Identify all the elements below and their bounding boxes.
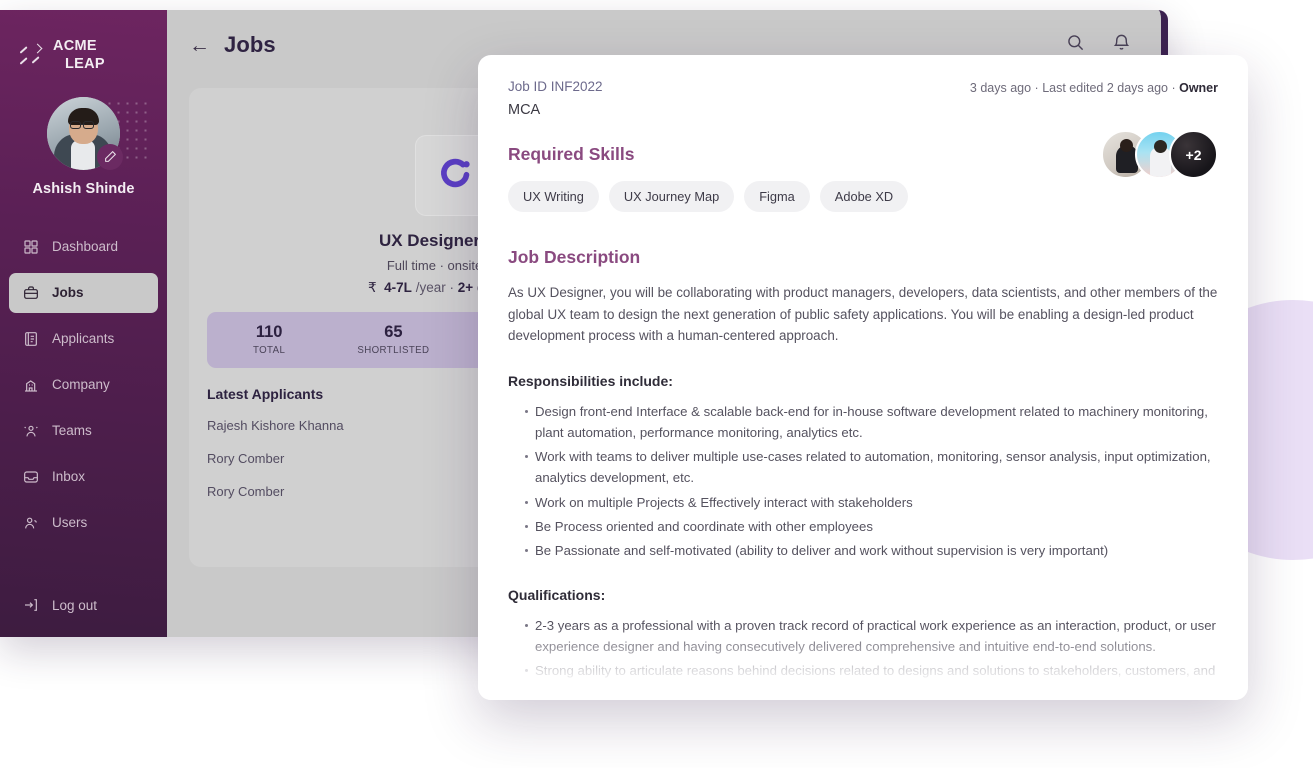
sidebar-item-label: Company (52, 377, 110, 393)
skills-list: UX Writing UX Journey Map Figma Adobe XD (508, 181, 909, 212)
qualifications-list: 2-3 years as a professional with a prove… (508, 615, 1218, 700)
brand-line-2: LEAP (65, 55, 105, 72)
sidebar-item-jobs[interactable]: Jobs (9, 272, 158, 313)
logout-label: Log out (52, 597, 98, 613)
skill-tag[interactable]: Figma (744, 181, 810, 212)
job-description-text: As UX Designer, you will be collaboratin… (508, 285, 1218, 344)
brand-line-1: ACME (53, 38, 97, 54)
assignee-avatar-group[interactable]: +2 (1101, 130, 1218, 179)
salary-separator: · (449, 280, 454, 295)
list-item: Be Process oriented and coordinate with … (525, 516, 1218, 537)
back-arrow-icon[interactable]: ← (189, 35, 210, 56)
stat-shortlisted: 65 SHORTLISTED (331, 323, 455, 356)
modal-header: Job ID INF2022 MCA 3 days ago · Last edi… (508, 79, 1218, 118)
sidebar-item-label: Users (52, 515, 88, 531)
page-title: Jobs (224, 32, 276, 57)
screenshot-root: ACME LEAP Ashish Shinde Dashboard Jobs A… (0, 0, 1313, 768)
notification-bell-icon[interactable] (1112, 33, 1131, 57)
logout-button[interactable]: Log out (9, 585, 158, 625)
list-item: Work on multiple Projects & Effectively … (525, 492, 1218, 513)
teams-icon (22, 422, 39, 439)
responsibilities-title: Responsibilities include: (508, 373, 673, 390)
sidebar-item-company[interactable]: Company (9, 365, 158, 405)
list-item: Design front-end Interface & scalable ba… (525, 401, 1218, 443)
search-icon[interactable] (1066, 33, 1085, 57)
modal-meta-role: Owner (1179, 81, 1218, 95)
acme-leap-logo-icon (18, 43, 44, 69)
building-icon (22, 376, 39, 393)
sidebar-item-label: Teams (52, 423, 92, 439)
stat-value: 110 (255, 323, 283, 341)
skill-tag[interactable]: Adobe XD (819, 181, 909, 212)
sidebar-item-label: Jobs (52, 285, 84, 301)
job-description-title: Job Description (508, 247, 641, 267)
list-item: Work with teams to deliver multiple use-… (525, 446, 1218, 488)
sidebar-item-teams[interactable]: Teams (9, 411, 158, 451)
sidebar-item-applicants[interactable]: Applicants (9, 319, 158, 359)
topbar-actions (1066, 33, 1131, 57)
list-item: Strong ability to articulate reasons beh… (525, 660, 1218, 700)
sidebar-item-dashboard[interactable]: Dashboard (9, 227, 158, 267)
sidebar-item-inbox[interactable]: Inbox (9, 457, 158, 497)
modal-meta-timestamps: 3 days ago · Last edited 2 days ago · (969, 81, 1180, 95)
profile-name: Ashish Shinde (32, 180, 135, 197)
avatar-wrapper (47, 96, 123, 170)
experience-value: 2+ (457, 280, 474, 295)
logout-arrow-icon (22, 597, 39, 614)
job-detail-modal: Job ID INF2022 MCA 3 days ago · Last edi… (478, 55, 1248, 700)
sidebar-item-label: Inbox (52, 469, 86, 485)
sidebar-item-label: Applicants (52, 331, 115, 347)
job-id: Job ID INF2022 (508, 79, 603, 94)
company-c-logo-icon (435, 152, 477, 199)
avatar-overflow-badge[interactable]: +2 (1169, 130, 1218, 179)
edit-pencil-icon[interactable] (97, 143, 123, 170)
degree-requirement: MCA (508, 102, 541, 118)
briefcase-icon (22, 284, 39, 301)
modal-meta: 3 days ago · Last edited 2 days ago · Ow… (970, 79, 1218, 95)
salary-period: /year (415, 280, 446, 295)
sidebar-nav: Dashboard Jobs Applicants Company Teams … (0, 227, 167, 549)
qualifications-title: Qualifications: (508, 586, 606, 603)
users-icon (22, 514, 39, 531)
inbox-icon (22, 468, 39, 485)
modal-header-left: Job ID INF2022 MCA (508, 79, 603, 118)
job-title-text: UX Designer (378, 231, 481, 250)
skills-row: UX Writing UX Journey Map Figma Adobe XD (508, 181, 1218, 212)
stat-value: 65 (384, 323, 403, 341)
document-list-icon (22, 330, 39, 347)
stat-total: 110 TOTAL (207, 323, 331, 356)
profile-block: Ashish Shinde (0, 96, 167, 197)
logout-section: Log out (0, 585, 167, 637)
list-item: Be Passionate and self-motivated (abilit… (525, 540, 1218, 561)
skill-tag[interactable]: UX Journey Map (608, 181, 735, 212)
sidebar: ACME LEAP Ashish Shinde Dashboard Jobs A… (0, 10, 167, 637)
stat-label: TOTAL (252, 345, 286, 356)
list-item: 2-3 years as a professional with a prove… (525, 615, 1218, 657)
brand-name: ACME LEAP (53, 38, 105, 74)
grid-icon (22, 238, 39, 255)
sidebar-item-users[interactable]: Users (9, 503, 158, 543)
stat-label: SHORTLISTED (357, 345, 430, 356)
currency-symbol: ₹ (368, 280, 377, 295)
brand-logo[interactable]: ACME LEAP (0, 34, 167, 74)
salary-range: 4-7L (384, 280, 412, 295)
skill-tag[interactable]: UX Writing (508, 181, 599, 212)
responsibilities-list: Design front-end Interface & scalable ba… (508, 401, 1218, 561)
sidebar-item-label: Dashboard (52, 239, 119, 255)
